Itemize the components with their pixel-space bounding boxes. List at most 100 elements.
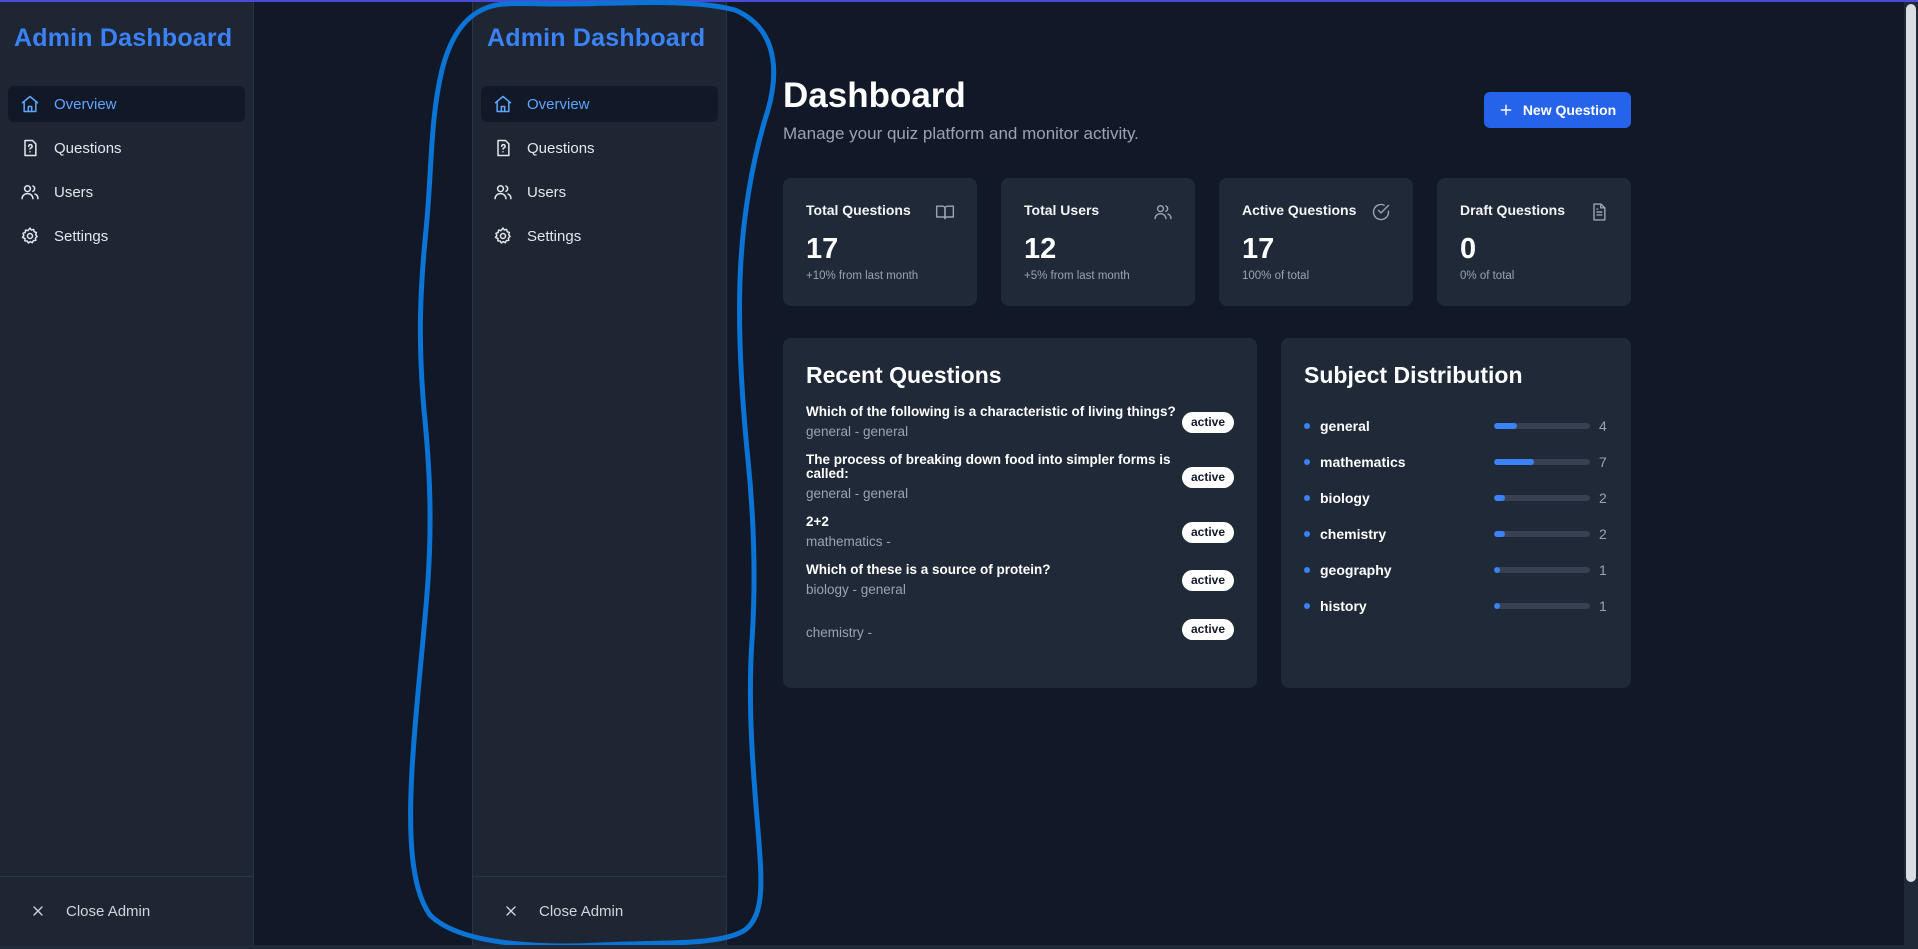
document-icon [1593,203,1606,221]
sidebar-item-label: Users [54,183,94,201]
subject-count: 2 [1599,490,1607,506]
sidebar-item-settings[interactable]: Settings [481,218,718,254]
stat-card-draft-questions: Draft Questions 0 0% of total [1437,178,1631,306]
subject-list: general 4 mathematics 7 biology 2 chemis… [1304,408,1608,624]
sidebar-item-label: Overview [527,95,590,113]
sidebar-item-overview[interactable]: Overview [8,86,245,122]
sidebar-item-settings[interactable]: Settings [8,218,245,254]
subject-row: mathematics 7 [1304,444,1608,480]
stats-row: Total Questions 17 +10% from last month … [783,178,1631,306]
close-admin-button[interactable]: Close Admin [473,903,623,920]
new-question-button[interactable]: New Question [1484,92,1631,128]
bullet-dot [1304,459,1310,465]
progress-fill [1494,423,1517,429]
progress-track [1494,459,1590,465]
new-question-label: New Question [1522,102,1617,118]
close-icon [506,906,516,916]
stat-note: +10% from last month [806,270,919,282]
sidebar-title: Admin Dashboard [14,24,233,52]
sidebar-item-label: Overview [54,95,117,113]
sidebar-item-questions[interactable]: Questions [481,130,718,166]
progress-track [1494,423,1590,429]
page-title: Dashboard [783,76,966,115]
question-title: Which of the following is a characterist… [806,404,1176,419]
progress-track [1494,567,1590,573]
check-circle-icon [1372,203,1390,221]
question-meta: biology - general [806,582,906,597]
close-admin-button[interactable]: Close Admin [0,903,150,920]
stat-label: Total Users [1024,202,1100,218]
window-bottom-border [0,945,1918,949]
bullet-dot [1304,423,1310,429]
progress-fill [1494,567,1500,573]
stat-label: Draft Questions [1460,202,1566,218]
close-admin-label: Close Admin [539,902,624,920]
subject-count: 4 [1599,418,1607,434]
subject-name: general [1320,418,1370,434]
subject-distribution-title: Subject Distribution [1304,362,1523,388]
stat-note: 0% of total [1460,270,1515,282]
subject-name: geography [1320,562,1392,578]
subject-count: 7 [1599,454,1607,470]
progress-fill [1494,459,1534,465]
sidebar-footer: Close Admin [473,876,726,945]
list-item[interactable]: Which of the following is a characterist… [806,405,1234,439]
subject-row: general 4 [1304,408,1608,444]
subject-row: geography 1 [1304,552,1608,588]
bullet-dot [1304,603,1310,609]
list-item[interactable]: Which of these is a source of protein? b… [806,563,1234,597]
bullet-dot [1304,495,1310,501]
list-item[interactable]: The process of breaking down food into s… [806,453,1234,501]
users-icon [21,185,39,200]
stat-card-active-questions: Active Questions 17 100% of total [1219,178,1413,306]
question-file-icon [24,139,37,157]
status-badge: active [1181,411,1234,433]
close-icon [33,906,43,916]
question-text: chemistry - [806,620,1176,640]
subject-name: history [1320,598,1367,614]
question-title: 2+2 [806,514,829,529]
progress-track [1494,531,1590,537]
subject-row: biology 2 [1304,480,1608,516]
list-item[interactable]: 2+2 mathematics - active [806,515,1234,549]
scrollbar-thumb[interactable] [1906,4,1916,882]
sidebar-nav: Overview Questions Users Settings [8,86,245,262]
sidebar-item-label: Settings [527,227,582,245]
sidebar-item-users[interactable]: Users [8,174,245,210]
stat-value: 17 [806,233,839,265]
page-subtitle: Manage your quiz platform and monitor ac… [783,124,1139,143]
sidebar-item-label: Questions [54,139,122,157]
stat-value: 17 [1242,233,1275,265]
subject-distribution-panel: Subject Distribution general 4 mathemati… [1281,338,1631,688]
plus-icon [1500,104,1512,116]
subject-name: chemistry [1320,526,1387,542]
progress-fill [1494,495,1506,501]
users-icon [494,185,512,200]
sidebar-item-label: Settings [54,227,109,245]
question-meta: chemistry - [806,624,873,640]
subject-name: mathematics [1320,454,1406,470]
question-file-icon [497,139,510,157]
question-meta: general - general [806,424,909,439]
progress-fill [1494,531,1506,537]
question-text: 2+2 mathematics - [806,514,1176,550]
window-top-border [0,0,1918,2]
question-text: The process of breaking down food into s… [806,453,1176,502]
bullet-dot [1304,531,1310,537]
book-icon [935,205,955,220]
home-icon [21,95,39,113]
sidebar-item-label: Questions [527,139,595,157]
question-text: Which of the following is a characterist… [806,404,1176,440]
sidebar-item-overview[interactable]: Overview [481,86,718,122]
subject-name: biology [1320,490,1370,506]
subject-count: 1 [1599,562,1607,578]
sidebar-item-users[interactable]: Users [481,174,718,210]
list-item[interactable]: chemistry - active [806,619,1234,640]
stat-value: 12 [1024,233,1057,265]
sidebar-item-questions[interactable]: Questions [8,130,245,166]
sidebar: Admin Dashboard Overview Questions Users… [0,2,254,945]
stat-card-total-users: Total Users 12 +5% from last month [1001,178,1195,306]
question-meta: mathematics - [806,534,891,549]
gear-icon [21,227,38,244]
progress-track [1494,495,1590,501]
